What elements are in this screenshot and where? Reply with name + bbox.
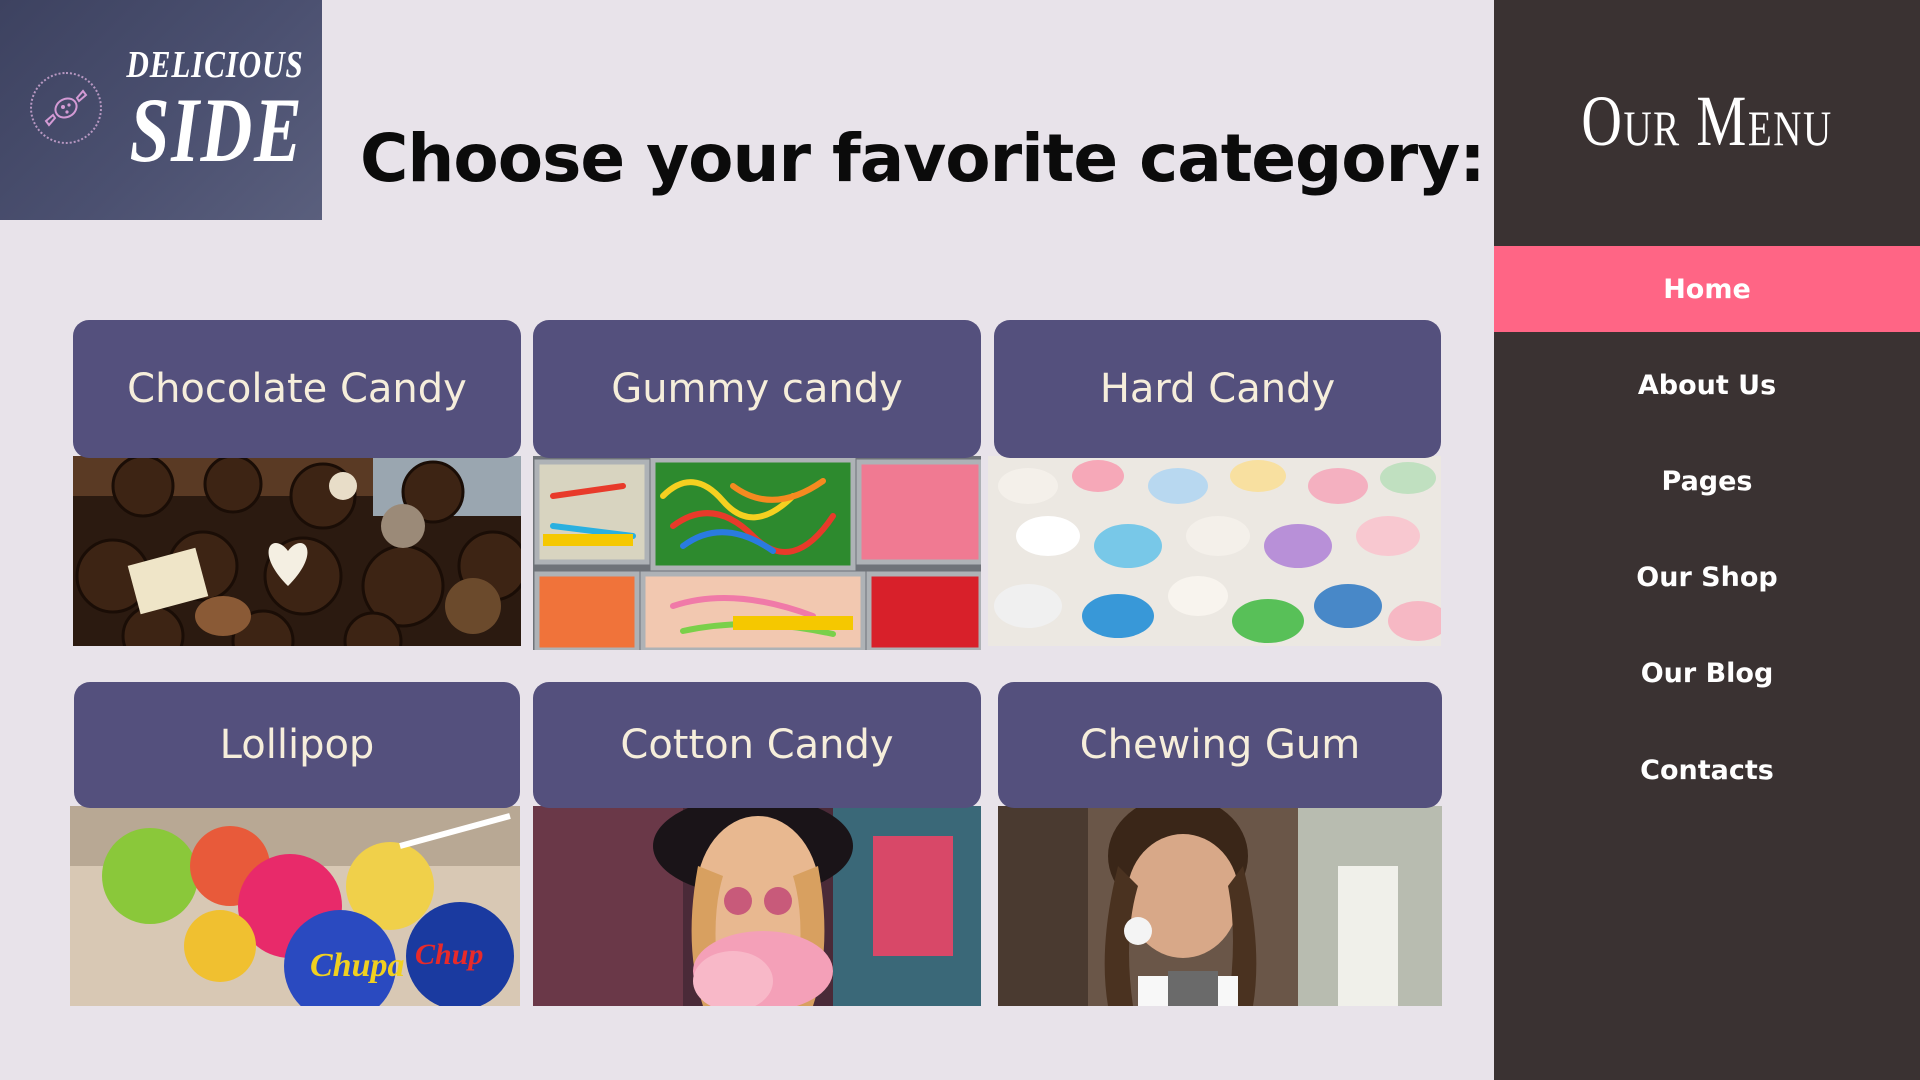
sidebar-title: Our Menu bbox=[1581, 81, 1833, 161]
category-label: Chocolate Candy bbox=[73, 320, 521, 458]
category-card-hard-candy[interactable]: Hard Candy bbox=[988, 320, 1441, 646]
category-label: Lollipop bbox=[74, 682, 520, 808]
svg-text:Chup: Chup bbox=[415, 938, 483, 971]
nav-item-home[interactable]: Home bbox=[1494, 246, 1920, 332]
page-title: Choose your favorite category: bbox=[360, 120, 1486, 197]
nav-item-pages[interactable]: Pages bbox=[1494, 438, 1920, 524]
cotton-candy-photo bbox=[533, 806, 981, 1006]
category-label: Cotton Candy bbox=[533, 682, 981, 808]
chewing-gum-photo bbox=[998, 806, 1442, 1006]
logo-line-2: SIDE bbox=[129, 79, 304, 181]
svg-text:Chupa: Chupa bbox=[310, 947, 405, 984]
brand-logo[interactable]: DELICIOUS SIDE bbox=[0, 0, 322, 220]
chocolate-candy-photo bbox=[73, 456, 521, 646]
nav-item-our-shop[interactable]: Our Shop bbox=[1494, 534, 1920, 620]
candy-icon bbox=[30, 72, 102, 144]
sidebar-menu: Our Menu Home About Us Pages Our Shop Ou… bbox=[1494, 0, 1920, 1080]
logo-text: DELICIOUS SIDE bbox=[112, 44, 304, 181]
nav-item-contacts[interactable]: Contacts bbox=[1494, 727, 1920, 813]
category-card-chocolate[interactable]: Chocolate Candy bbox=[73, 320, 521, 646]
nav-item-our-blog[interactable]: Our Blog bbox=[1494, 630, 1920, 716]
category-card-chewing-gum[interactable]: Chewing Gum bbox=[998, 682, 1442, 1006]
category-card-cotton-candy[interactable]: Cotton Candy bbox=[533, 682, 981, 1006]
category-label: Chewing Gum bbox=[998, 682, 1442, 808]
lollipop-photo: Chupa Chup bbox=[70, 806, 520, 1006]
category-card-lollipop[interactable]: Lollipop Chupa Chup bbox=[70, 682, 520, 1006]
gummy-candy-photo bbox=[533, 456, 981, 650]
nav-item-about-us[interactable]: About Us bbox=[1494, 342, 1920, 428]
category-label: Hard Candy bbox=[994, 320, 1441, 458]
hard-candy-photo bbox=[988, 456, 1441, 646]
category-card-gummy[interactable]: Gummy candy bbox=[533, 320, 981, 650]
category-label: Gummy candy bbox=[533, 320, 981, 458]
